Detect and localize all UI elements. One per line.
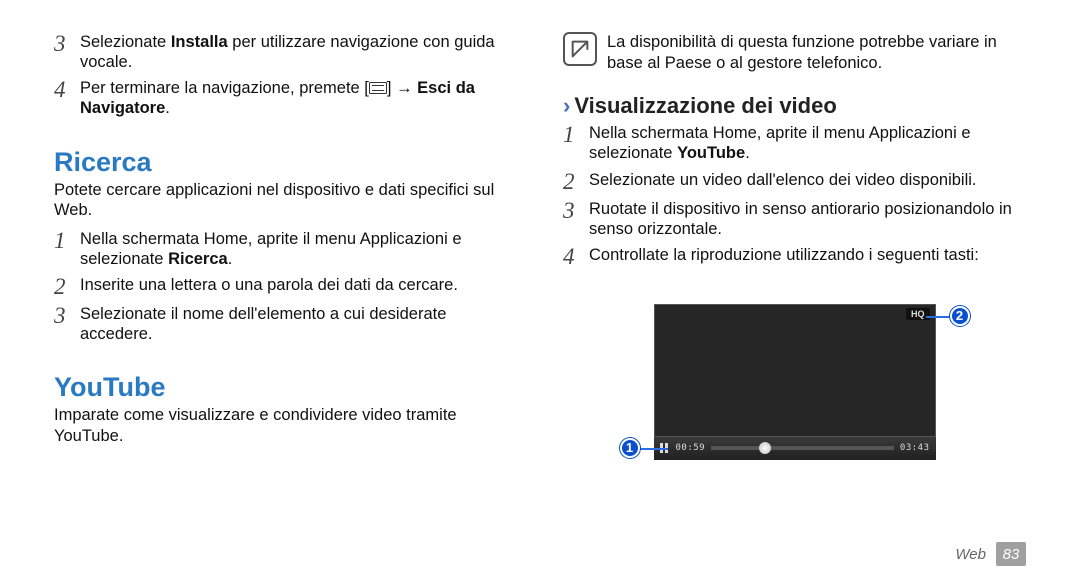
step-body: Selezionate il nome dell'elemento a cui … [80,304,517,344]
time-total: 03:43 [900,443,930,453]
text: ] → [387,79,417,97]
page-number: 83 [996,542,1026,566]
video-step-1: 1 Nella schermata Home, aprite il menu A… [563,123,1026,163]
callout-2: 2 [950,306,970,326]
section-desc-youtube: Imparate come visualizzare e condividere… [54,405,517,446]
text: . [228,250,233,268]
subsection-title: ›Visualizzazione dei video [563,93,1026,119]
page-footer: Web 83 [955,542,1026,566]
step-number: 2 [563,170,581,193]
step-number: 4 [54,78,72,118]
video-controls: 00:59 03:43 [654,436,936,460]
bold-text: Installa [171,33,228,51]
step-body: Selezionate un video dall'elenco dei vid… [589,170,1026,193]
step-body: Selezionate Installa per utilizzare navi… [80,32,517,72]
step-number: 2 [54,275,72,298]
note-icon [563,32,597,66]
note-text: La disponibilità di questa funzione potr… [607,32,1026,73]
nav-step-4: 4 Per terminare la navigazione, premete … [54,78,517,118]
step-body: Ruotate il dispositivo in senso antiorar… [589,199,1026,239]
video-step-3: 3 Ruotate il dispositivo in senso antior… [563,199,1026,239]
bold-text: YouTube [677,144,745,162]
video-step-4: 4 Controllate la riproduzione utilizzand… [563,245,1026,268]
step-number: 3 [563,199,581,239]
text: . [165,99,170,117]
step-number: 4 [563,245,581,268]
hq-badge: HQ [906,308,930,320]
ricerca-step-3: 3 Selezionate il nome dell'elemento a cu… [54,304,517,344]
text: Selezionate [80,33,171,51]
step-body: Inserite una lettera o una parola dei da… [80,275,517,298]
callout-line [640,448,668,450]
text: Per terminare la navigazione, premete [ [80,79,369,97]
step-number: 3 [54,304,72,344]
note-box: La disponibilità di questa funzione potr… [563,32,1026,73]
step-body: Nella schermata Home, aprite il menu App… [80,229,517,269]
video-step-2: 2 Selezionate un video dall'elenco dei v… [563,170,1026,193]
section-title-youtube: YouTube [54,372,517,403]
step-number: 3 [54,32,72,72]
time-current: 00:59 [676,443,706,453]
ricerca-step-2: 2 Inserite una lettera o una parola dei … [54,275,517,298]
subsection-text: Visualizzazione dei video [574,93,836,118]
ricerca-step-1: 1 Nella schermata Home, aprite il menu A… [54,229,517,269]
video-player-preview: HQ 00:59 03:43 [654,304,936,460]
callout-1: 1 [620,438,640,458]
text: Nella schermata Home, aprite il menu App… [80,230,462,268]
section-title-ricerca: Ricerca [54,147,517,178]
chevron-icon: › [563,93,570,118]
step-body: Nella schermata Home, aprite il menu App… [589,123,1026,163]
step-number: 1 [54,229,72,269]
step-body: Controllate la riproduzione utilizzando … [589,245,1026,268]
page-spread: 3 Selezionate Installa per utilizzare na… [0,0,1080,586]
text: Nella schermata Home, aprite il menu App… [589,124,971,162]
step-body: Per terminare la navigazione, premete []… [80,78,517,118]
right-column: La disponibilità di questa funzione potr… [563,32,1026,558]
left-column: 3 Selezionate Installa per utilizzare na… [54,32,517,558]
seek-bar [711,446,894,450]
section-desc-ricerca: Potete cercare applicazioni nel disposit… [54,180,517,221]
bold-text: Ricerca [168,250,228,268]
seek-thumb [759,442,771,454]
menu-key-icon [369,82,387,94]
nav-step-3: 3 Selezionate Installa per utilizzare na… [54,32,517,72]
video-figure: HQ 00:59 03:43 2 1 [626,304,964,460]
footer-section: Web [955,546,986,563]
text: . [745,144,750,162]
step-number: 1 [563,123,581,163]
